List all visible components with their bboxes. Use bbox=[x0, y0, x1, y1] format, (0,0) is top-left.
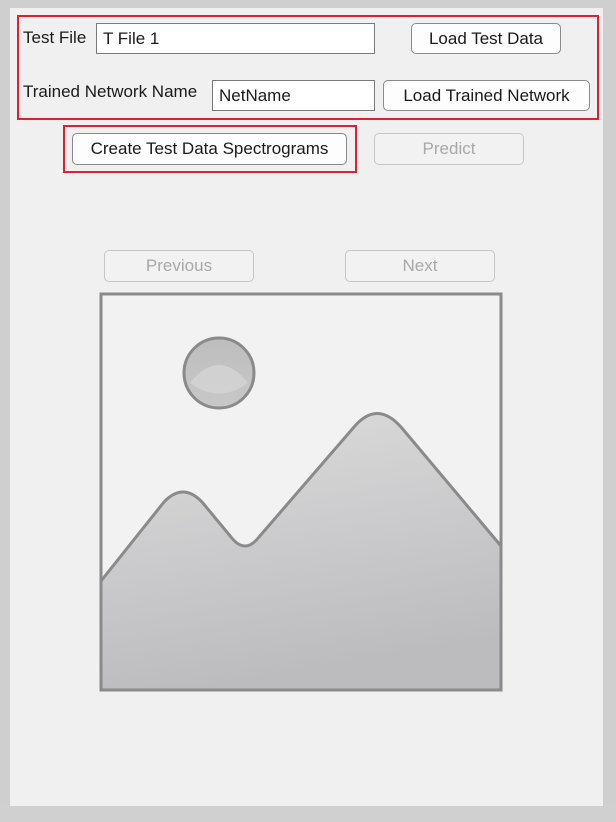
predict-button[interactable]: Predict bbox=[374, 133, 524, 165]
test-file-input[interactable] bbox=[96, 23, 375, 54]
image-placeholder-icon bbox=[99, 292, 503, 692]
next-button[interactable]: Next bbox=[345, 250, 495, 282]
spectrogram-image bbox=[99, 292, 503, 692]
load-trained-network-button[interactable]: Load Trained Network bbox=[383, 80, 590, 111]
previous-button[interactable]: Previous bbox=[104, 250, 254, 282]
window-bottom-border bbox=[0, 806, 616, 822]
create-spectrograms-button[interactable]: Create Test Data Spectrograms bbox=[72, 133, 347, 165]
test-file-label: Test File bbox=[23, 28, 87, 47]
network-name-input[interactable] bbox=[212, 80, 375, 111]
load-test-data-button[interactable]: Load Test Data bbox=[411, 23, 561, 54]
trained-network-label: Trained Network Name bbox=[23, 82, 198, 101]
